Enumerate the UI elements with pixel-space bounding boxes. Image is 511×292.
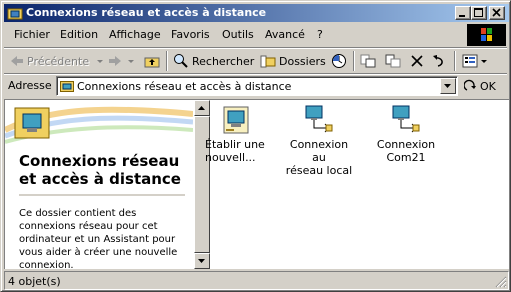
toolbar-separator bbox=[353, 51, 355, 71]
new-connection-icon bbox=[223, 106, 249, 134]
undo-icon bbox=[433, 55, 443, 67]
pane-title: Connexions réseau et accès à distance bbox=[19, 152, 181, 188]
back-button[interactable]: Précédente bbox=[10, 51, 105, 71]
menu-outils[interactable]: Outils bbox=[222, 28, 254, 41]
history-icon bbox=[332, 54, 346, 68]
close-button[interactable] bbox=[489, 6, 505, 20]
menu-edition[interactable]: Edition bbox=[60, 28, 98, 41]
up-folder-button[interactable] bbox=[144, 51, 160, 71]
menu-fichier[interactable]: Fichier bbox=[14, 28, 50, 41]
network-connection-icon bbox=[392, 105, 420, 133]
content-area: Connexions réseau et accès à distance Ce… bbox=[4, 99, 509, 269]
scroll-down-icon bbox=[198, 259, 205, 263]
menu-affichage[interactable]: Affichage bbox=[109, 28, 161, 41]
maximize-button[interactable] bbox=[471, 6, 487, 20]
minimize-button[interactable] bbox=[455, 6, 471, 20]
search-icon bbox=[174, 54, 188, 68]
chevron-down-icon bbox=[444, 84, 451, 88]
item-label: Connexion au bbox=[289, 138, 349, 164]
resize-grip-icon[interactable] bbox=[495, 276, 507, 288]
standard-toolbar: Précédente Rechercher Dossiers bbox=[4, 49, 507, 73]
item-label: nouvell... bbox=[205, 151, 256, 164]
forward-arrow-icon bbox=[109, 56, 121, 66]
minimize-icon bbox=[459, 15, 465, 17]
chevron-down-icon bbox=[481, 60, 487, 63]
menu-avance[interactable]: Avancé bbox=[265, 28, 305, 41]
network-folder-icon bbox=[7, 8, 23, 20]
go-arrow-icon bbox=[464, 79, 476, 91]
go-button[interactable]: OK bbox=[464, 77, 504, 95]
delete-icon bbox=[411, 55, 423, 67]
network-connection-icon bbox=[305, 105, 333, 133]
delete-button[interactable] bbox=[410, 51, 424, 71]
views-button[interactable] bbox=[462, 51, 488, 71]
copy-to-button[interactable] bbox=[385, 51, 401, 71]
address-field[interactable]: Connexions réseau et accès à distance bbox=[56, 76, 458, 96]
item-label: Établir une bbox=[205, 138, 265, 151]
windows-logo bbox=[467, 24, 506, 46]
chevron-down-icon bbox=[97, 60, 104, 63]
back-arrow-icon bbox=[11, 56, 23, 66]
move-to-icon bbox=[360, 54, 376, 68]
local-area-connection-item[interactable]: Connexion au réseau local bbox=[284, 104, 354, 177]
explorer-window: Connexions réseau et accès à distance Fi… bbox=[0, 0, 511, 292]
address-value: Connexions réseau et accès à distance bbox=[77, 80, 292, 93]
copy-to-icon bbox=[385, 54, 401, 68]
com21-connection-item[interactable]: Connexion Com21 bbox=[371, 104, 441, 164]
up-folder-icon bbox=[144, 57, 160, 68]
scroll-down-button[interactable] bbox=[194, 253, 210, 269]
item-label: Connexion bbox=[376, 138, 436, 151]
history-button[interactable] bbox=[331, 51, 347, 71]
web-view-pane: Connexions réseau et accès à distance Ce… bbox=[5, 100, 193, 269]
pane-title-divider bbox=[19, 194, 185, 196]
search-button[interactable]: Rechercher bbox=[173, 51, 254, 71]
folders-button[interactable]: Dossiers bbox=[260, 51, 326, 71]
status-bar: 4 objet(s) bbox=[4, 271, 509, 290]
address-dropdown-button[interactable] bbox=[440, 78, 456, 94]
item-label: réseau local bbox=[285, 164, 353, 177]
folder-banner-graphic bbox=[5, 106, 193, 144]
menu-bar: Fichier Edition Affichage Favoris Outils… bbox=[4, 24, 466, 46]
chevron-down-icon bbox=[128, 60, 134, 63]
folders-icon bbox=[260, 55, 276, 68]
views-icon bbox=[462, 54, 478, 68]
address-bar: Adresse Connexions réseau et accès à dis… bbox=[4, 75, 507, 97]
toolbar-separator bbox=[166, 51, 168, 71]
title-bar[interactable]: Connexions réseau et accès à distance bbox=[4, 4, 509, 22]
forward-button[interactable] bbox=[108, 51, 136, 71]
maximize-icon bbox=[474, 8, 483, 17]
new-connection-item[interactable]: Établir une nouvell... bbox=[201, 104, 271, 164]
status-panel: 4 objet(s) bbox=[4, 271, 509, 290]
menu-favoris[interactable]: Favoris bbox=[171, 28, 210, 41]
toolbar-separator bbox=[454, 51, 456, 71]
undo-button[interactable] bbox=[432, 51, 448, 71]
close-icon bbox=[492, 8, 501, 17]
address-label: Adresse bbox=[8, 79, 52, 92]
window-title: Connexions réseau et accès à distance bbox=[26, 6, 267, 19]
move-to-button[interactable] bbox=[360, 51, 376, 71]
pane-description: Ce dossier contient des connexions résea… bbox=[19, 208, 178, 269]
item-label: Com21 bbox=[386, 151, 426, 164]
network-folder-icon bbox=[60, 81, 74, 92]
status-text: 4 objet(s) bbox=[8, 275, 61, 288]
menu-help[interactable]: ? bbox=[317, 28, 323, 41]
windows-flag-icon bbox=[481, 28, 492, 41]
go-label: OK bbox=[480, 79, 496, 93]
